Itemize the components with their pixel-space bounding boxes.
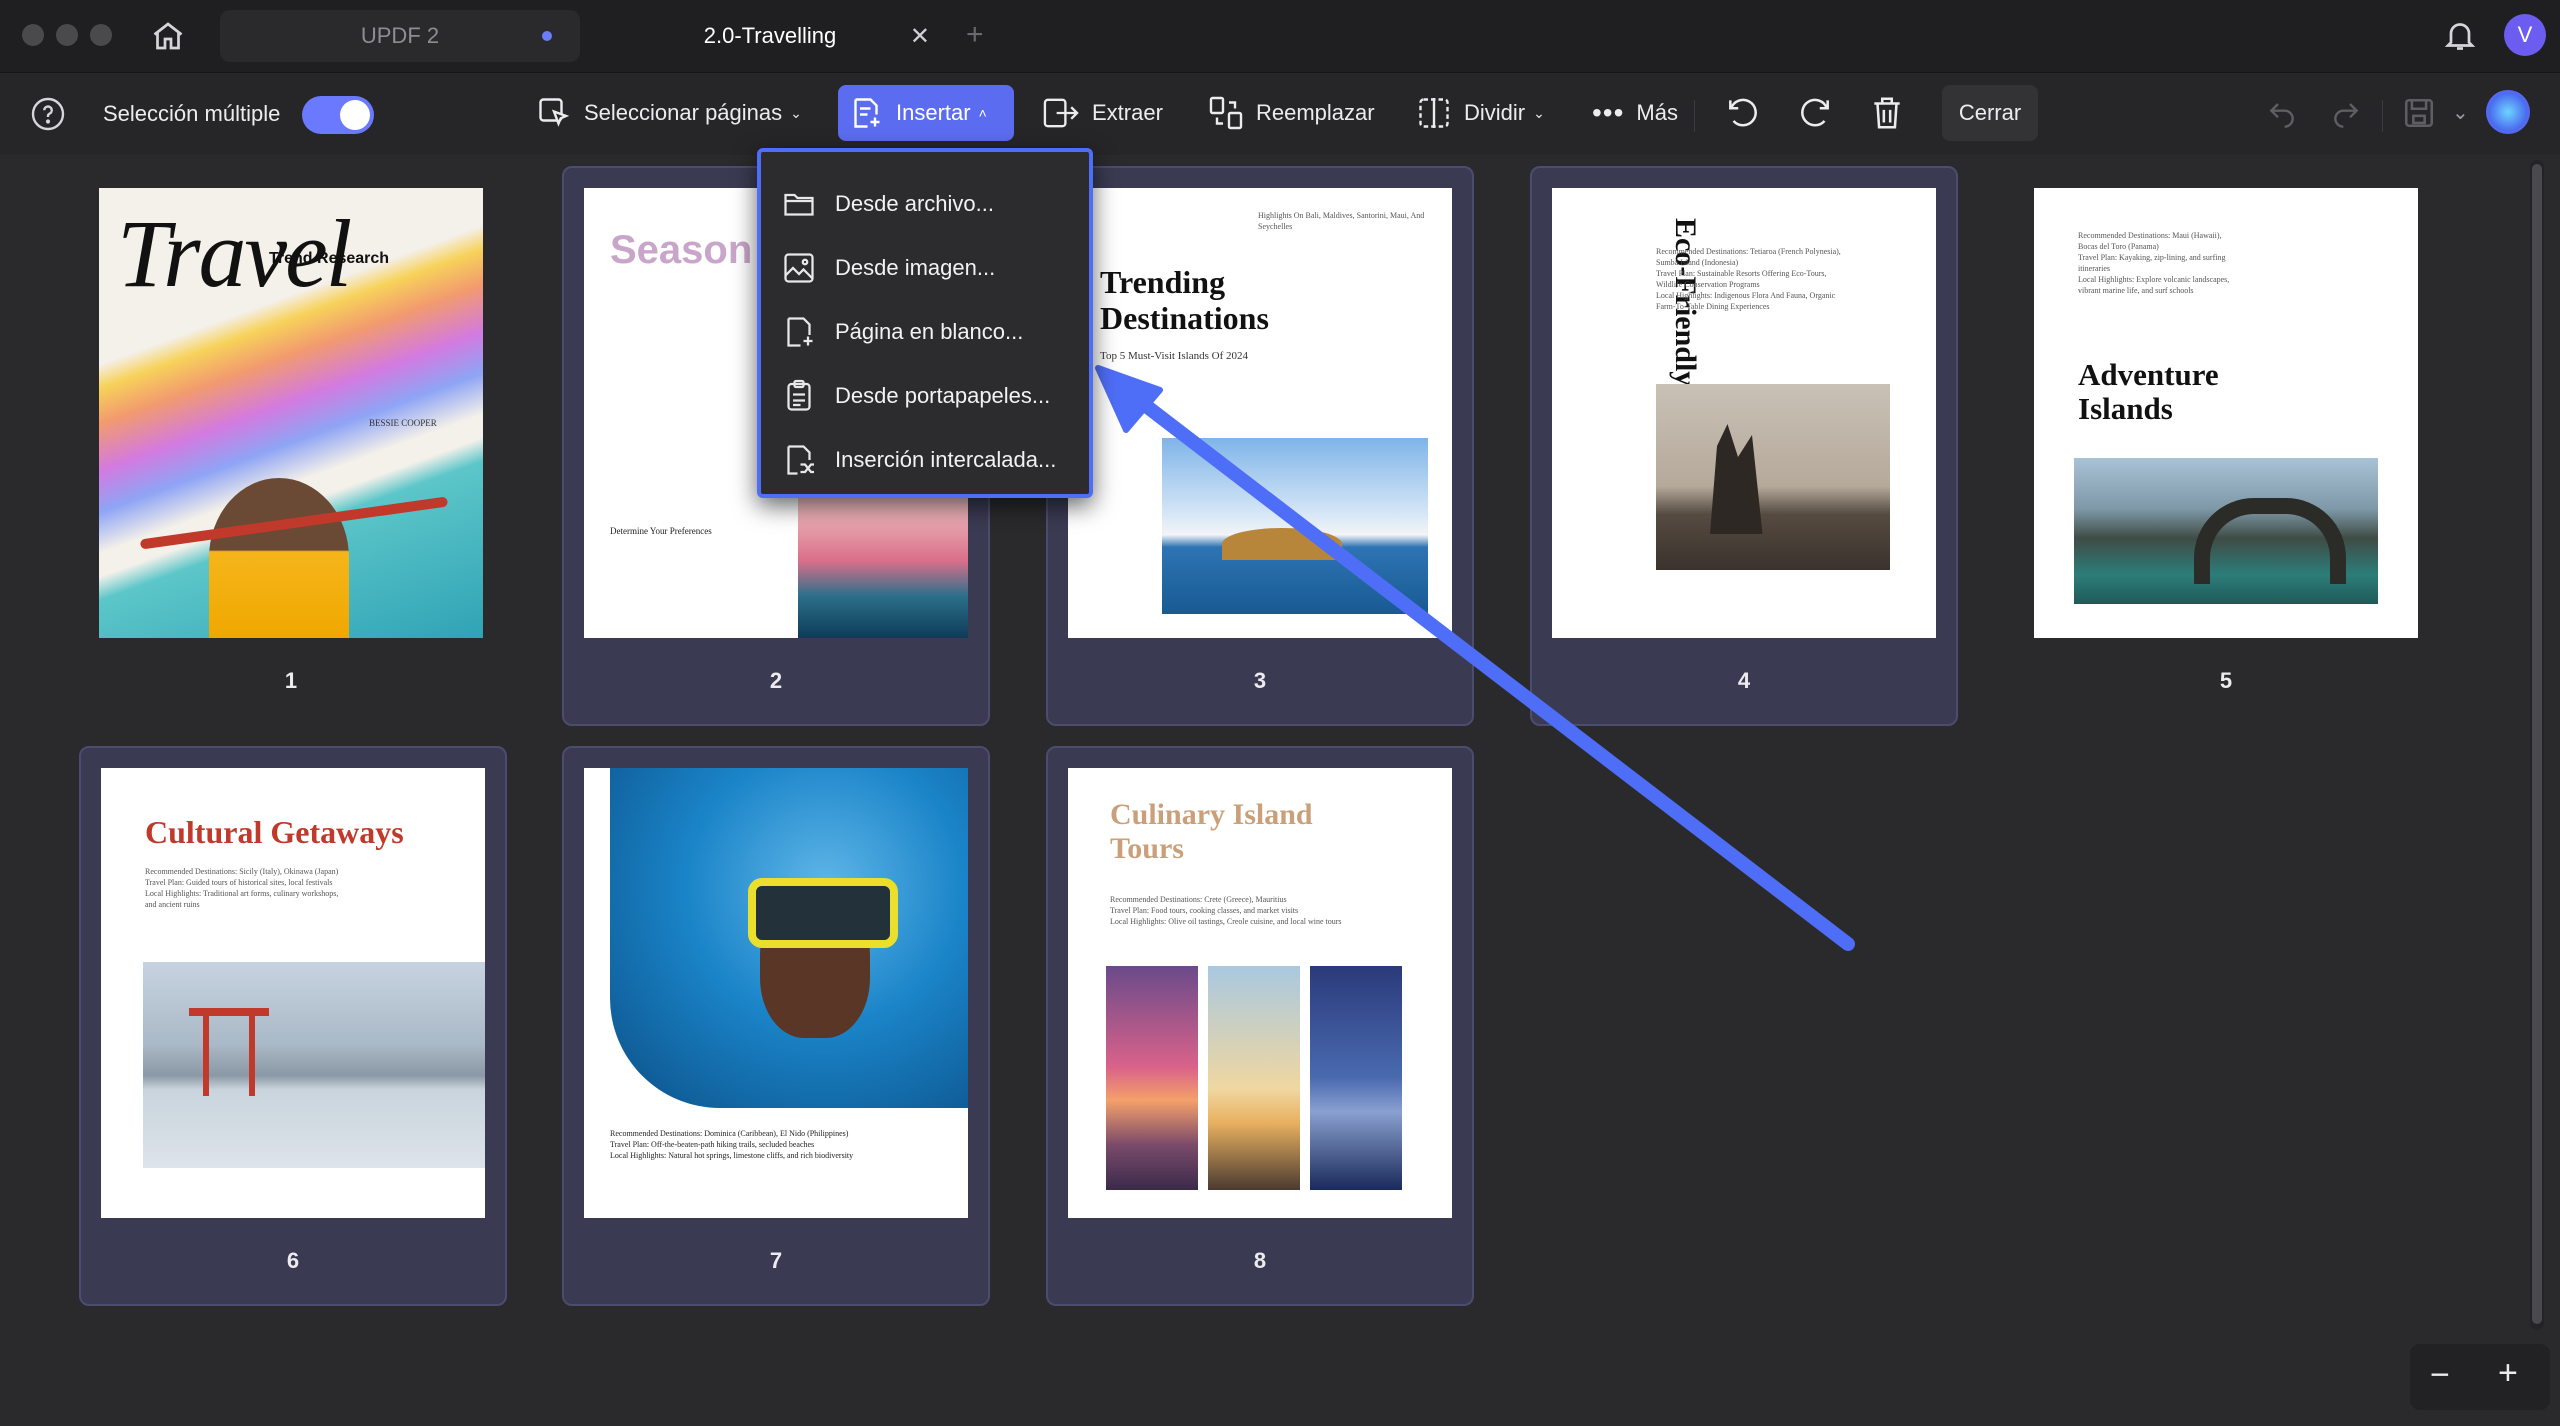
zoom-controls: − + [2410, 1344, 2550, 1410]
menu-item-label: Inserción intercalada... [835, 447, 1057, 472]
menu-item-label: Página en blanco... [835, 319, 1024, 344]
folder-icon [784, 193, 814, 216]
menu-item-label: Desde archivo... [835, 191, 994, 216]
zoom-out-button[interactable]: − [2430, 1356, 2450, 1395]
scrollbar-thumb[interactable] [2532, 164, 2542, 1324]
clipboard-icon [787, 379, 811, 411]
blank-page-icon [787, 317, 813, 347]
zoom-in-button[interactable]: + [2498, 1354, 2518, 1393]
insert-dropdown-menu: Desde archivo... Desde imagen... Página … [757, 148, 1093, 498]
menu-item-label: Desde portapapeles... [835, 383, 1051, 408]
menu-item-interleave[interactable]: Inserción intercalada... [781, 432, 1077, 488]
interleave-icon [787, 445, 814, 475]
menu-item-from-image[interactable]: Desde imagen... [781, 240, 1077, 296]
menu-item-from-clipboard[interactable]: Desde portapapeles... [781, 368, 1077, 424]
image-icon [784, 253, 814, 283]
menu-item-blank-page[interactable]: Página en blanco... [781, 304, 1077, 360]
vertical-scrollbar[interactable] [2530, 160, 2544, 1330]
menu-item-label: Desde imagen... [835, 255, 996, 280]
annotation-arrow [1095, 365, 1855, 951]
menu-item-from-file[interactable]: Desde archivo... [781, 176, 1077, 232]
